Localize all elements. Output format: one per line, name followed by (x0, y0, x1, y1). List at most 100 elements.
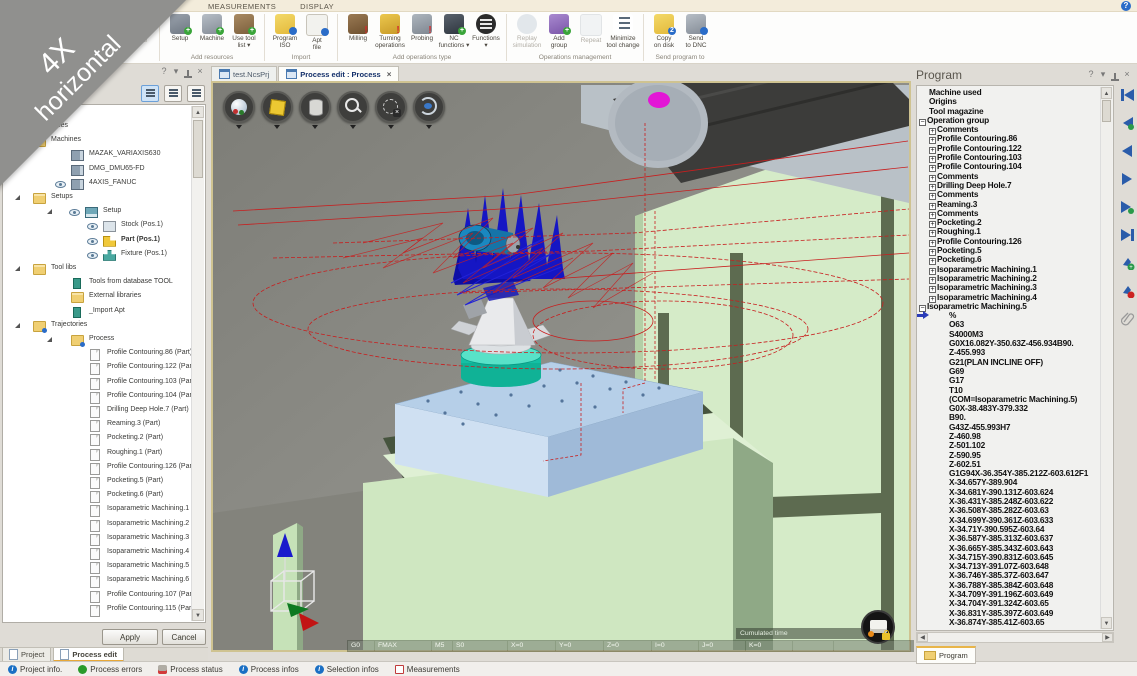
3d-scene[interactable] (213, 83, 909, 650)
ribbon-button-machine[interactable]: Machine (196, 13, 228, 53)
pin-icon[interactable] (182, 69, 194, 79)
stock-view-icon[interactable] (299, 91, 331, 123)
gcode-line[interactable]: X-36.874Y-385.41Z-603.65 (917, 618, 1113, 627)
close-icon[interactable]: × (1121, 69, 1133, 79)
tree-item--import-apt[interactable]: _Import Apt (3, 306, 205, 319)
view-orientation-icon[interactable] (223, 91, 255, 123)
ribbon-tab-measurements[interactable]: MEASUREMENTS (196, 0, 288, 11)
scroll-up-arrow[interactable]: ▲ (1101, 87, 1112, 99)
visibility-eye-icon[interactable] (87, 252, 98, 259)
ribbon-button-probing[interactable]: Probing (406, 13, 438, 53)
3d-viewport[interactable]: Cumulated time 0h 0' 0'' G0FMAXM5S0X=0Y=… (211, 81, 911, 652)
expander-icon[interactable] (15, 266, 20, 271)
tree-item-external-libraries[interactable]: External libraries (3, 291, 205, 304)
dropdown-arrow-icon[interactable] (312, 125, 318, 129)
dropdown-arrow-icon[interactable] (236, 125, 242, 129)
tree-item-trajectories[interactable]: Trajectories (3, 320, 205, 333)
program-bottom-tab[interactable]: Program (916, 646, 976, 664)
expander-icon[interactable] (47, 337, 52, 342)
tree-vertical-scrollbar[interactable]: ▲ ▼ (191, 106, 204, 621)
tree-item-4axis-fanuc[interactable]: 4AXIS_FANUC (3, 178, 205, 191)
ribbon-tab-display[interactable]: DISPLAY (288, 0, 346, 11)
tree-item-drilling-deep-hole-7-part-[interactable]: Drilling Deep Hole.7 (Part) (3, 405, 205, 418)
zoom-icon[interactable] (337, 91, 369, 123)
tree-item-part-pos-1-[interactable]: Part (Pos.1) (3, 235, 205, 248)
gcode-line[interactable]: B90. (917, 413, 1113, 422)
dropdown-icon[interactable]: ▾ (1097, 69, 1109, 80)
close-icon[interactable]: × (387, 70, 392, 79)
list-view-button-1[interactable] (141, 85, 159, 102)
ribbon-button-nc[interactable]: NC functions ▾ (438, 13, 470, 53)
statusbar-item-process-infos[interactable]: iProcess infos (239, 665, 299, 674)
step-forward-icon[interactable] (1120, 200, 1135, 219)
program-item-isoparametric-machining-5[interactable]: −Isoparametric Machining.5 (917, 302, 1113, 311)
dropdown-arrow-icon[interactable] (388, 125, 394, 129)
play-back-icon[interactable] (1120, 144, 1135, 163)
cancel-button[interactable]: Cancel (162, 629, 206, 645)
resources-tree[interactable]: RessourcesMachinesMAZAK_VARIAXIS630DMG_D… (2, 104, 206, 623)
scroll-right-arrow[interactable]: ▶ (1102, 633, 1113, 642)
visibility-eye-icon[interactable] (69, 209, 80, 216)
ribbon-button-minimize[interactable]: Minimize tool change (607, 13, 639, 53)
tree-item-profile-contouring-107-part-[interactable]: Profile Contouring.107 (Part) (3, 590, 205, 603)
ribbon-button-program[interactable]: Program ISO (269, 13, 301, 53)
help-icon[interactable]: ? (1085, 69, 1097, 79)
tree-item-tool-libs[interactable]: Tool libs (3, 263, 205, 276)
tree-item-isoparametric-machining-1-pa[interactable]: Isoparametric Machining.1 (Pa (3, 504, 205, 517)
step-back-icon[interactable] (1120, 116, 1135, 135)
visibility-eye-icon[interactable] (87, 238, 98, 245)
ribbon-button-apt[interactable]: Apt file (301, 13, 333, 53)
tree-item-process[interactable]: Process (3, 334, 205, 347)
tree-item-dmg-dmu65-fd[interactable]: DMG_DMU65-FD (3, 164, 205, 177)
skip-start-icon[interactable] (1120, 88, 1135, 107)
ribbon-button-setup[interactable]: Setup (164, 13, 196, 53)
dropdown-arrow-icon[interactable] (274, 125, 280, 129)
tree-item-profile-contouring-122-part-[interactable]: Profile Contouring.122 (Part) (3, 362, 205, 375)
apply-button[interactable]: Apply (102, 629, 158, 645)
gcode-line[interactable]: Z-501.102 (917, 441, 1113, 450)
pin-icon[interactable] (1109, 72, 1121, 82)
viewport-tab-process-edit-process[interactable]: Process edit : Process× (278, 66, 399, 81)
tree-item-pocketing-5-part-[interactable]: Pocketing.5 (Part) (3, 476, 205, 489)
viewport-tab-test-ncsprj[interactable]: test.NcsPrj (211, 66, 277, 81)
scrollbar-thumb[interactable] (1102, 100, 1111, 122)
list-view-button-2[interactable] (164, 85, 182, 102)
tree-item-isoparametric-machining-3-pa[interactable]: Isoparametric Machining.3 (Pa (3, 533, 205, 546)
program-vertical-scrollbar[interactable]: ▲ ▼ (1100, 87, 1112, 629)
tree-item-pocketing-6-part-[interactable]: Pocketing.6 (Part) (3, 490, 205, 503)
tree-item-reaming-3-part-[interactable]: Reaming.3 (Part) (3, 419, 205, 432)
statusbar-item-selection-infos[interactable]: iSelection infos (315, 665, 379, 674)
ribbon-button-use-tool[interactable]: Use tool list ▾ (228, 13, 260, 53)
tree-item-setup[interactable]: Setup (3, 206, 205, 219)
gcode-line[interactable]: Z-590.95 (917, 451, 1113, 460)
shaded-view-icon[interactable] (261, 91, 293, 123)
tree-item-profile-contouring-104-part-[interactable]: Profile Contouring.104 (Part) (3, 391, 205, 404)
ribbon-button-copy[interactable]: Copy on disk (648, 13, 680, 53)
scroll-left-arrow[interactable]: ◀ (917, 633, 928, 642)
tree-item-profile-contouring-126-part-[interactable]: Profile Contouring.126 (Part) (3, 462, 205, 475)
ribbon-button-turning[interactable]: Turning operations (374, 13, 406, 53)
gcode-line[interactable]: G43Z-455.993H7 (917, 423, 1113, 432)
tree-item-roughing-1-part-[interactable]: Roughing.1 (Part) (3, 448, 205, 461)
scrollbar-thumb[interactable] (193, 120, 203, 178)
scroll-down-arrow[interactable]: ▼ (1101, 617, 1112, 629)
simulate-stop-icon[interactable] (1120, 284, 1135, 303)
scroll-down-arrow[interactable]: ▼ (192, 609, 204, 621)
help-icon[interactable]: ? (1121, 1, 1131, 11)
gcode-line[interactable]: G69 (917, 367, 1113, 376)
statusbar-item-measurements[interactable]: Measurements (395, 665, 460, 674)
gcode-line[interactable]: Z-460.98 (917, 432, 1113, 441)
tree-item-isoparametric-machining-2-pa[interactable]: Isoparametric Machining.2 (Pa (3, 519, 205, 532)
dropdown-icon[interactable]: ▾ (170, 66, 182, 77)
tree-item-stock-pos-1-[interactable]: Stock (Pos.1) (3, 220, 205, 233)
attach-icon[interactable] (1120, 312, 1135, 331)
dropdown-arrow-icon[interactable] (350, 125, 356, 129)
gcode-line[interactable]: G0X16.082Y-350.63Z-456.934B90. (917, 339, 1113, 348)
tree-item-isoparametric-machining-4-pa[interactable]: Isoparametric Machining.4 (Pa (3, 547, 205, 560)
expander-icon[interactable] (47, 209, 52, 214)
tree-item-profile-contouring-103-part-[interactable]: Profile Contouring.103 (Part) (3, 377, 205, 390)
tree-item-profile-contouring-115-part-[interactable]: Profile Contouring.115 (Part) (3, 604, 205, 617)
deselect-icon[interactable] (375, 91, 407, 123)
statusbar-item-project-info-[interactable]: iProject info. (8, 665, 62, 674)
tree-item-fixture-pos-1-[interactable]: Fixture (Pos.1) (3, 249, 205, 262)
